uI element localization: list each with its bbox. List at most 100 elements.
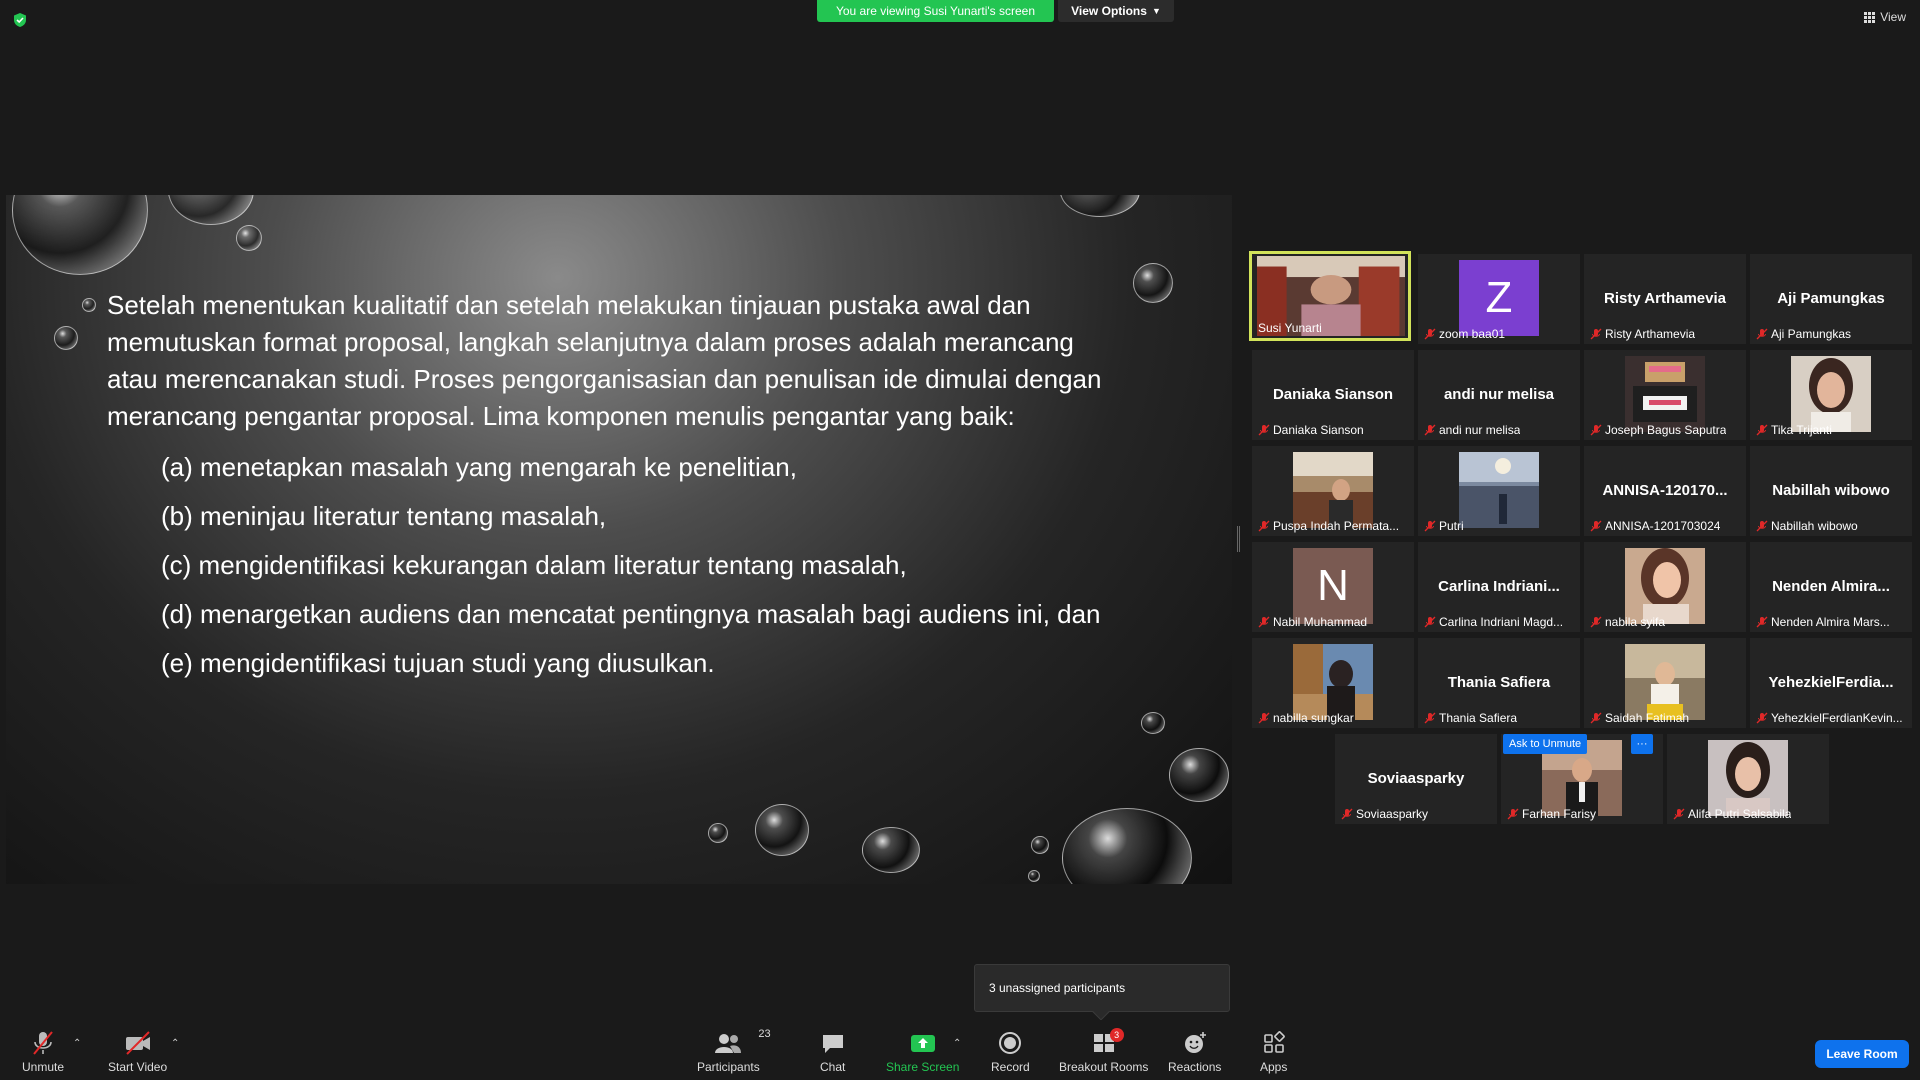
bubble-decoration: [1062, 808, 1192, 884]
participant-tile[interactable]: Soviaasparky Soviaasparky: [1335, 734, 1497, 824]
participant-display-name: Carlina Indriani...: [1438, 578, 1560, 595]
reactions-smiley-icon: [1184, 1032, 1206, 1053]
participant-label: Putri: [1424, 519, 1576, 533]
participant-label: nabila syifa: [1590, 615, 1742, 629]
panel-resize-handle[interactable]: [1237, 526, 1240, 552]
participant-tile[interactable]: nabilla sungkar: [1252, 638, 1414, 728]
unmute-label: Unmute: [22, 1060, 65, 1074]
participant-tile[interactable]: Risty Arthamevia Risty Arthamevia: [1584, 254, 1746, 344]
participant-label: Nabil Muhammad: [1258, 615, 1410, 629]
bubble-decoration: [755, 804, 809, 856]
participant-tile[interactable]: andi nur melisa andi nur melisa: [1418, 350, 1580, 440]
participant-label: Nenden Almira Mars...: [1756, 615, 1908, 629]
avatar-letter: Z: [1485, 273, 1513, 322]
participant-label: Farhan Farisy: [1507, 807, 1659, 821]
muted-mic-icon: [1424, 616, 1436, 628]
muted-mic-icon: [1673, 808, 1685, 820]
participant-name: andi nur melisa: [1439, 423, 1521, 437]
muted-mic-icon: [1756, 616, 1768, 628]
more-options-button[interactable]: ···: [1631, 734, 1653, 754]
participant-name: Nabil Muhammad: [1273, 615, 1368, 629]
muted-mic-icon: [1756, 520, 1768, 532]
chat-label: Chat: [820, 1060, 846, 1074]
participant-tile[interactable]: ANNISA-120170... ANNISA-1201703024: [1584, 446, 1746, 536]
bubble-decoration: [168, 195, 254, 225]
chat-button[interactable]: Chat: [820, 1030, 845, 1074]
participant-tile[interactable]: Z zoom baa01: [1418, 254, 1580, 344]
bubble-decoration: [82, 298, 96, 312]
bubble-decoration: [1133, 263, 1173, 303]
participant-tile[interactable]: Thania Safiera Thania Safiera: [1418, 638, 1580, 728]
participant-tile[interactable]: Alifa Putri Salsabila: [1667, 734, 1829, 824]
participant-label: ANNISA-1201703024: [1590, 519, 1742, 533]
slide-item: (d) menargetkan audiens dan mencatat pen…: [161, 599, 1101, 629]
participant-name: Putri: [1439, 519, 1464, 533]
participant-name: Soviaasparky: [1356, 807, 1429, 821]
participant-tile[interactable]: Susi Yunarti: [1249, 251, 1411, 341]
participant-label: Soviaasparky: [1341, 807, 1493, 821]
breakout-rooms-button[interactable]: 3 Breakout Rooms: [1059, 1028, 1149, 1074]
participant-label: Puspa Indah Permata...: [1258, 519, 1410, 533]
muted-mic-icon: [1590, 712, 1602, 724]
muted-mic-icon: [1756, 328, 1768, 340]
participant-label: nabilla sungkar: [1258, 711, 1410, 725]
apps-button[interactable]: Apps: [1260, 1030, 1287, 1074]
participant-tile[interactable]: Tika Trijanti: [1750, 350, 1912, 440]
muted-mic-icon: [1590, 616, 1602, 628]
participant-tile[interactable]: Carlina Indriani... Carlina Indriani Mag…: [1418, 542, 1580, 632]
participant-label: Carlina Indriani Magd...: [1424, 615, 1576, 629]
participant-name: Tika Trijanti: [1771, 423, 1832, 437]
slide-item: (b) meninjau literatur tentang masalah,: [161, 501, 607, 531]
breakout-rooms-label: Breakout Rooms: [1059, 1060, 1149, 1074]
video-options-caret[interactable]: ⌃: [171, 1038, 179, 1049]
participant-name: zoom baa01: [1439, 327, 1506, 341]
participant-tile[interactable]: Aji Pamungkas Aji Pamungkas: [1750, 254, 1912, 344]
participant-tile[interactable]: Puspa Indah Permata...: [1252, 446, 1414, 536]
participant-video: [1625, 644, 1705, 720]
muted-mic-icon: [1341, 808, 1353, 820]
view-button[interactable]: View: [1864, 10, 1906, 24]
chevron-down-icon: ▼: [1151, 6, 1161, 16]
share-screen-button[interactable]: Share Screen: [886, 1030, 959, 1074]
muted-mic-icon: [1258, 712, 1270, 724]
participant-tile[interactable]: Putri: [1418, 446, 1580, 536]
participant-tile[interactable]: YehezkielFerdia... YehezkielFerdianKevin…: [1750, 638, 1912, 728]
tooltip-arrow: [1092, 1003, 1110, 1021]
participant-tile[interactable]: Nabillah wibowo Nabillah wibowo: [1750, 446, 1912, 536]
view-options-label: View Options: [1071, 4, 1147, 18]
view-options-button[interactable]: View Options ▼: [1058, 0, 1174, 22]
participant-tile[interactable]: Joseph Bagus Saputra: [1584, 350, 1746, 440]
participant-tile[interactable]: nabila syifa: [1584, 542, 1746, 632]
participants-label: Participants: [697, 1060, 760, 1074]
unmute-button[interactable]: Unmute: [22, 1030, 64, 1074]
apps-label: Apps: [1260, 1060, 1288, 1074]
start-video-button[interactable]: Start Video: [108, 1030, 167, 1074]
participant-name: Risty Arthamevia: [1605, 327, 1696, 341]
participant-name: Thania Safiera: [1439, 711, 1518, 725]
participant-name: Saidah Fatimah: [1605, 711, 1690, 725]
chat-bubble-icon: [822, 1035, 843, 1053]
participant-tile[interactable]: N Nabil Muhammad: [1252, 542, 1414, 632]
video-off-icon: [125, 1031, 150, 1055]
participant-display-name: Nabillah wibowo: [1772, 482, 1890, 499]
ask-to-unmute-button[interactable]: Ask to Unmute: [1503, 734, 1588, 754]
audio-options-caret[interactable]: ⌃: [73, 1038, 81, 1049]
participant-tile[interactable]: Ask to Unmute ··· Farhan Farisy: [1501, 734, 1663, 824]
reactions-button[interactable]: Reactions: [1168, 1030, 1221, 1074]
participants-count: 23: [758, 1028, 771, 1040]
participants-button[interactable]: 23 Participants: [697, 1028, 771, 1074]
participant-name: Nabillah wibowo: [1771, 519, 1858, 533]
participant-label: Joseph Bagus Saputra: [1590, 423, 1742, 437]
participant-tile[interactable]: Saidah Fatimah: [1584, 638, 1746, 728]
participant-label: Susi Yunarti: [1258, 321, 1404, 335]
leave-room-button[interactable]: Leave Room: [1815, 1040, 1909, 1068]
share-options-caret[interactable]: ⌃: [953, 1038, 961, 1049]
muted-mic-icon: [1424, 328, 1436, 340]
muted-mic-icon: [1507, 808, 1519, 820]
participant-label: Aji Pamungkas: [1756, 327, 1908, 341]
participant-tile[interactable]: Daniaka Sianson Daniaka Sianson: [1252, 350, 1414, 440]
record-button[interactable]: Record: [991, 1030, 1030, 1074]
security-shield-icon[interactable]: [12, 12, 28, 28]
bubble-decoration: [708, 823, 728, 843]
participant-tile[interactable]: Nenden Almira... Nenden Almira Mars...: [1750, 542, 1912, 632]
